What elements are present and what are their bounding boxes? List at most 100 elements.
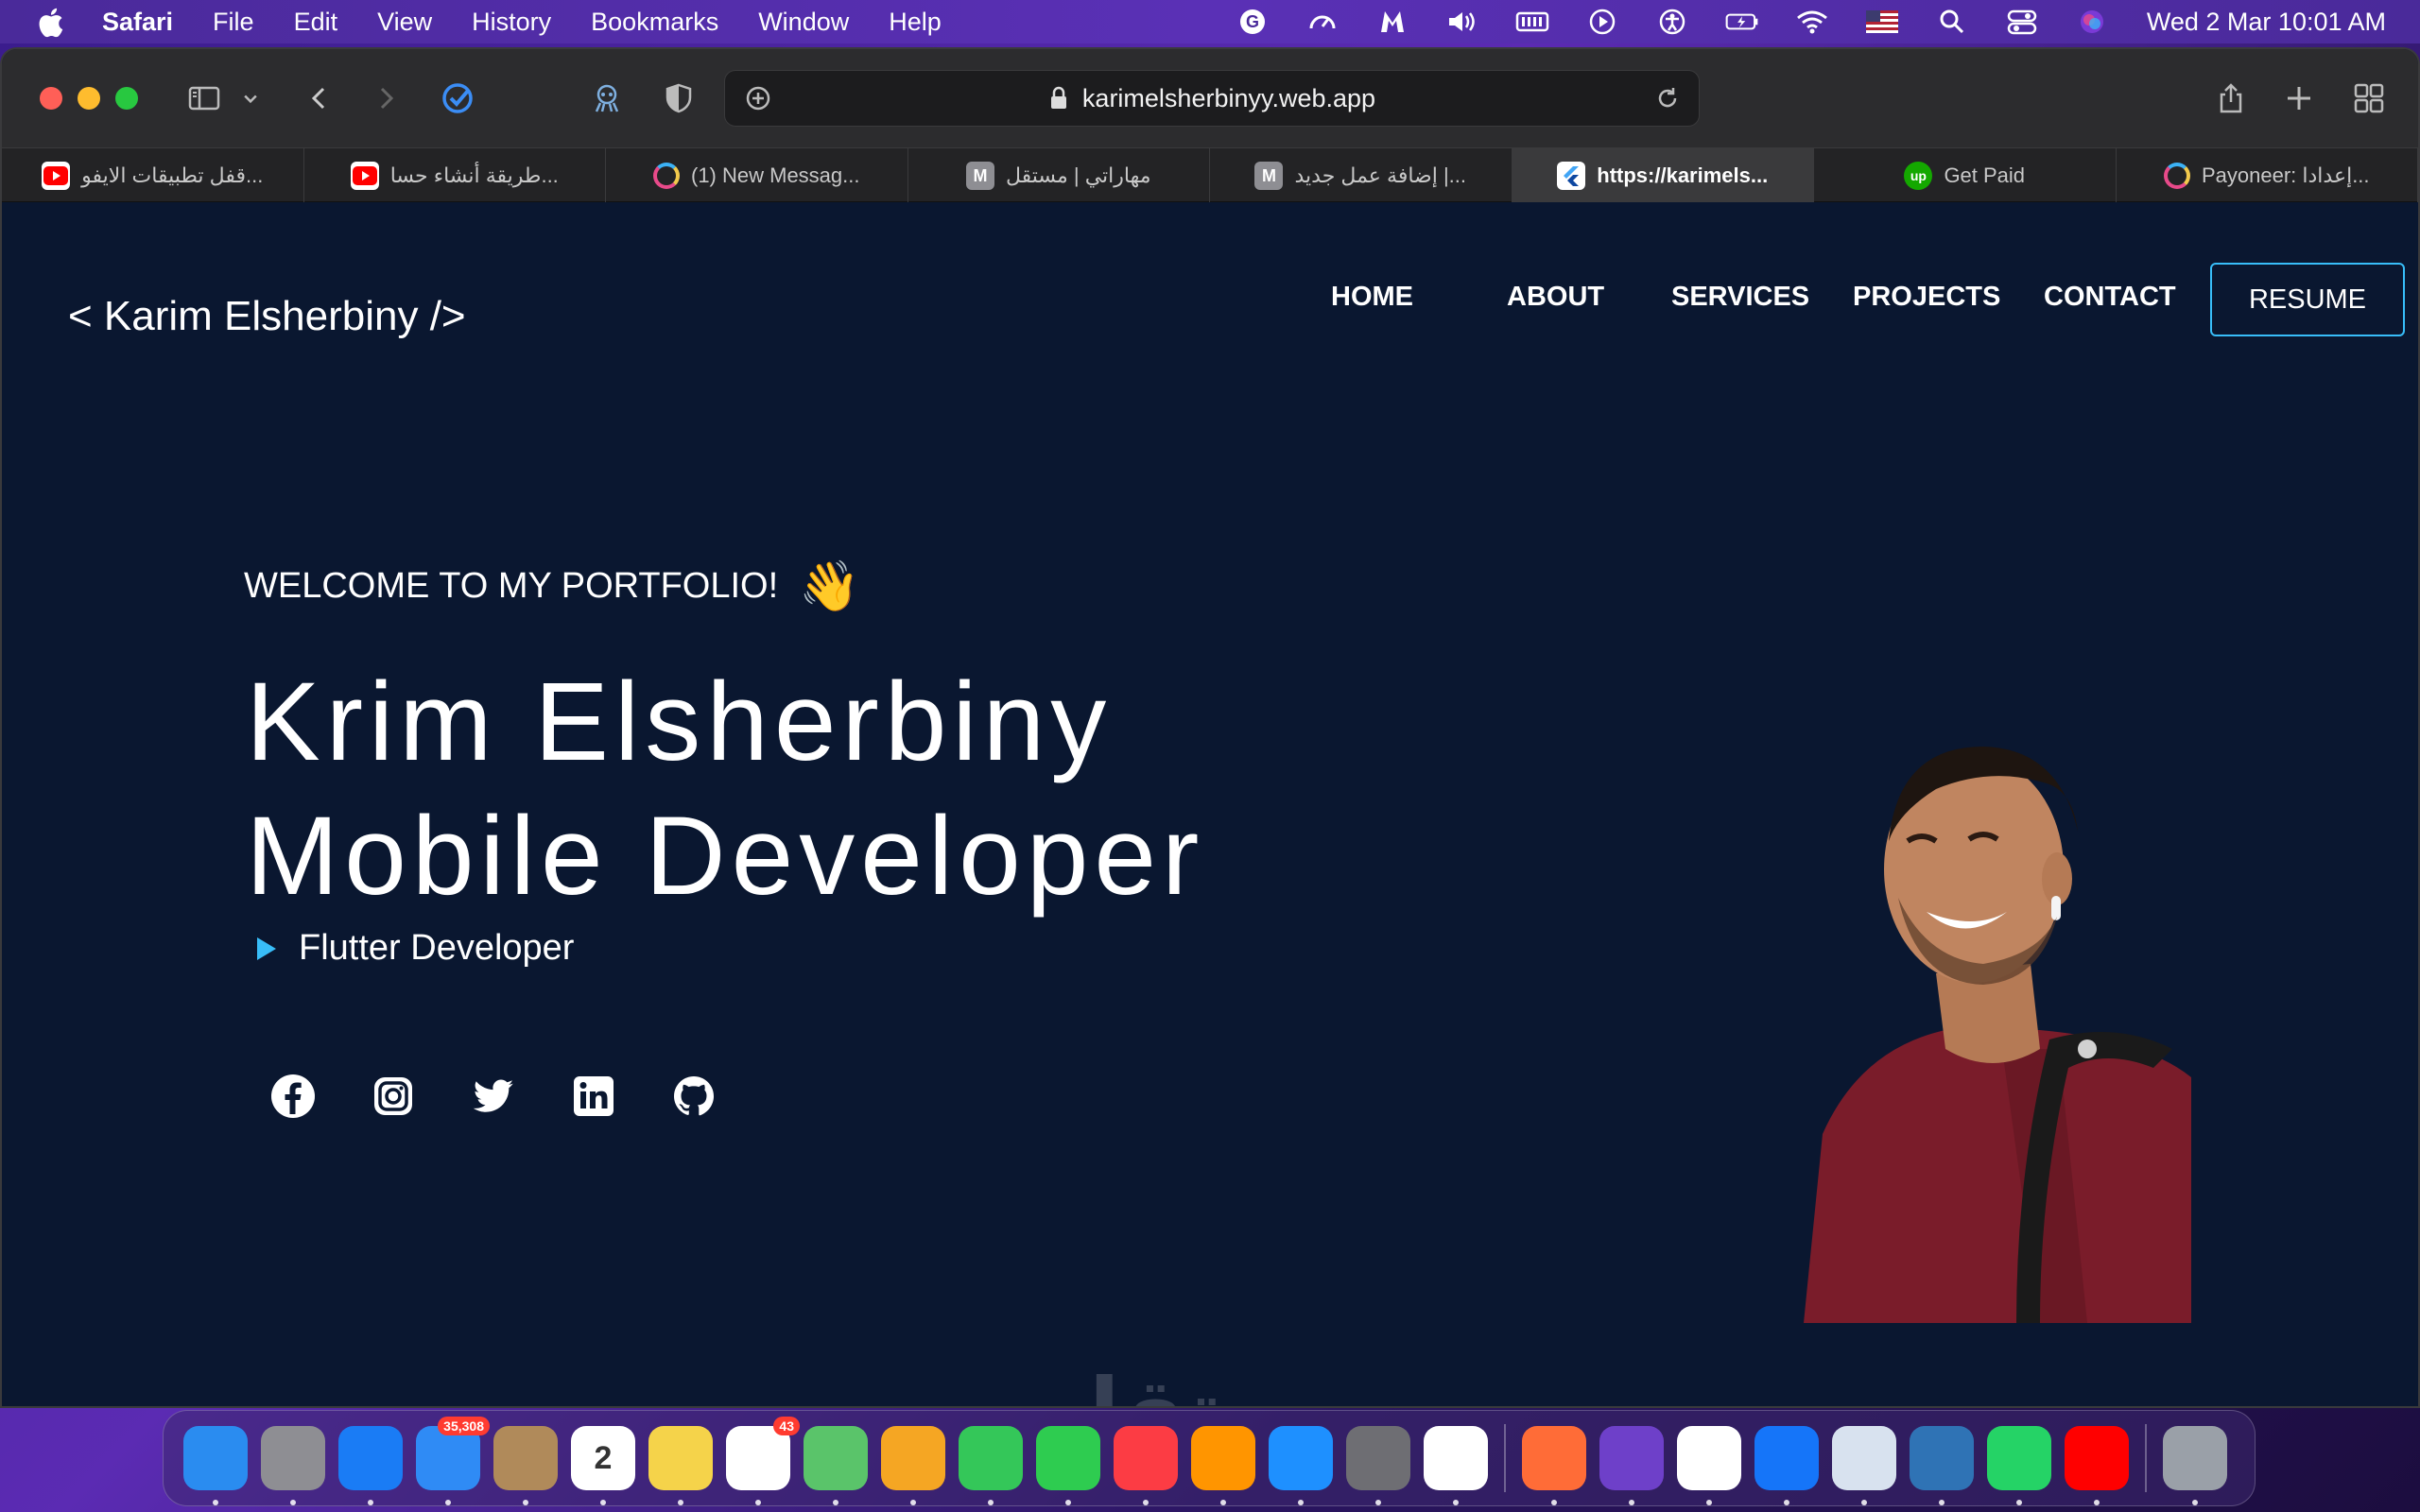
reload-icon[interactable] (1653, 84, 1682, 112)
address-bar[interactable]: karimelsherbinyy.web.app (724, 70, 1700, 127)
browser-tab[interactable]: M مهاراتي | مستقل (908, 148, 1210, 203)
dock-xcode-icon[interactable] (1754, 1426, 1819, 1505)
browser-tab[interactable]: Payoneer: إعدادا... (2117, 148, 2418, 203)
new-tab-icon[interactable] (2280, 79, 2318, 117)
speedometer-icon[interactable] (1305, 8, 1340, 36)
volume-icon[interactable] (1445, 8, 1479, 36)
running-indicator (678, 1500, 683, 1505)
nav-home[interactable]: HOME (1331, 282, 1413, 313)
menu-file[interactable]: File (213, 8, 254, 37)
wifi-icon[interactable] (1795, 8, 1829, 36)
dock-vs-code-icon[interactable] (1424, 1426, 1488, 1505)
browser-tab[interactable]: up Get Paid (1814, 148, 2117, 203)
dock-chrome-icon[interactable] (1677, 1426, 1741, 1505)
nav-contact[interactable]: CONTACT (2044, 282, 2176, 313)
dock-music-icon[interactable] (1114, 1426, 1178, 1505)
share-icon[interactable] (2212, 79, 2250, 117)
play-icon[interactable] (1585, 8, 1619, 36)
add-bookmark-icon[interactable] (744, 84, 772, 112)
running-indicator (755, 1500, 761, 1505)
control-center-icon[interactable] (2005, 8, 2039, 36)
dock-postman-icon[interactable] (1522, 1426, 1586, 1505)
welcome-text: WELCOME TO MY PORTFOLIO! (244, 566, 779, 606)
memory-icon[interactable] (1515, 8, 1549, 36)
site-brand-logo[interactable]: < Karim Elsherbiny /> (68, 293, 466, 340)
running-indicator (2016, 1500, 2022, 1505)
dock-mail-icon[interactable]: 35,308 (416, 1417, 490, 1505)
menu-history[interactable]: History (472, 8, 551, 37)
dock-books-icon[interactable] (1191, 1426, 1255, 1505)
close-window-button[interactable] (40, 87, 62, 110)
nav-projects[interactable]: PROJECTS (1853, 282, 2000, 313)
browser-tab[interactable]: قفل تطبيقات الايفو... (2, 148, 304, 203)
apple-icon[interactable] (36, 7, 64, 38)
forward-icon[interactable] (367, 79, 405, 117)
accessibility-icon[interactable] (1655, 8, 1689, 36)
dock-calendar-icon[interactable]: 2 (571, 1426, 635, 1505)
browser-tab[interactable]: طريقة أنشاء حسا... (304, 148, 606, 203)
extension-icon[interactable] (588, 79, 626, 117)
menu-window[interactable]: Window (758, 8, 849, 37)
minimize-window-button[interactable] (78, 87, 100, 110)
tab-title: إضافة عمل جديد |... (1294, 163, 1467, 187)
menu-bookmarks[interactable]: Bookmarks (591, 8, 718, 37)
dock-maps-icon[interactable] (804, 1426, 868, 1505)
linkedin-icon[interactable] (569, 1072, 618, 1121)
grammarly-icon[interactable]: G (1236, 8, 1270, 36)
dock-system-preferences-icon[interactable] (1346, 1426, 1410, 1505)
dock-contacts-icon[interactable] (493, 1426, 558, 1505)
dock-safari-icon[interactable] (338, 1426, 403, 1505)
lock-icon (1050, 86, 1066, 109)
facebook-icon[interactable] (268, 1072, 318, 1121)
zoom-window-button[interactable] (115, 87, 138, 110)
nav-about[interactable]: ABOUT (1507, 282, 1604, 313)
dock-github-desktop-icon[interactable] (1599, 1426, 1664, 1505)
dock-photos-icon[interactable] (881, 1426, 945, 1505)
dock-launchpad-icon[interactable] (261, 1426, 325, 1505)
tab-overview-icon[interactable] (2350, 79, 2388, 117)
dock-trash-icon[interactable] (2163, 1426, 2227, 1505)
github-icon[interactable] (669, 1072, 718, 1121)
menu-edit[interactable]: Edit (294, 8, 338, 37)
dock-finder-icon[interactable] (183, 1426, 248, 1505)
dock-youtube-icon[interactable] (2065, 1426, 2129, 1505)
spotlight-search-icon[interactable] (1935, 8, 1969, 36)
sub-role-text: Flutter Developer (299, 928, 575, 968)
menu-app-name[interactable]: Safari (102, 8, 173, 37)
dock-app-store-icon[interactable] (1269, 1426, 1333, 1505)
tab-title: طريقة أنشاء حسا... (389, 163, 559, 187)
browser-tab[interactable]: (1) New Messag... (606, 148, 908, 203)
browser-tab-active[interactable]: https://karimels... (1512, 148, 1814, 203)
url-text[interactable]: karimelsherbinyy.web.app (1082, 84, 1375, 113)
dock-whatsapp-icon[interactable] (1987, 1426, 2051, 1505)
svg-text:G: G (1246, 12, 1259, 31)
m-favicon-icon: M (965, 162, 994, 190)
dock-facetime-icon[interactable] (1036, 1426, 1100, 1505)
dock-wordpress-icon[interactable] (1910, 1426, 1974, 1505)
privacy-shield-icon[interactable] (660, 79, 698, 117)
browser-tab[interactable]: M إضافة عمل جديد |... (1210, 148, 1512, 203)
menubar-clock[interactable]: Wed 2 Mar 10:01 AM (2147, 8, 2386, 37)
malwarebytes-icon[interactable] (1375, 8, 1409, 36)
dock-messages-icon[interactable] (959, 1426, 1023, 1505)
twitter-icon[interactable] (469, 1072, 518, 1121)
dock-reminders-icon[interactable]: 43 (726, 1417, 800, 1505)
ring-favicon-icon (653, 163, 680, 189)
running-indicator (523, 1500, 528, 1505)
running-indicator (1143, 1500, 1149, 1505)
instagram-icon[interactable] (369, 1072, 418, 1121)
nav-services[interactable]: SERVICES (1671, 282, 1809, 313)
notification-badge: 35,308 (438, 1417, 490, 1435)
dock-preview-icon[interactable] (1832, 1426, 1896, 1505)
dock-notes-icon[interactable] (648, 1426, 713, 1505)
siri-icon[interactable] (2075, 8, 2109, 36)
menu-help[interactable]: Help (889, 8, 942, 37)
resume-button[interactable]: RESUME (2210, 263, 2405, 336)
sidebar-toggle-icon[interactable] (185, 79, 223, 117)
tasks-extension-icon[interactable] (439, 79, 476, 117)
back-icon[interactable] (301, 79, 338, 117)
chevron-down-icon[interactable] (236, 79, 265, 117)
battery-charging-icon[interactable] (1725, 8, 1759, 36)
us-flag-icon[interactable] (1865, 8, 1899, 36)
menu-view[interactable]: View (377, 8, 432, 37)
